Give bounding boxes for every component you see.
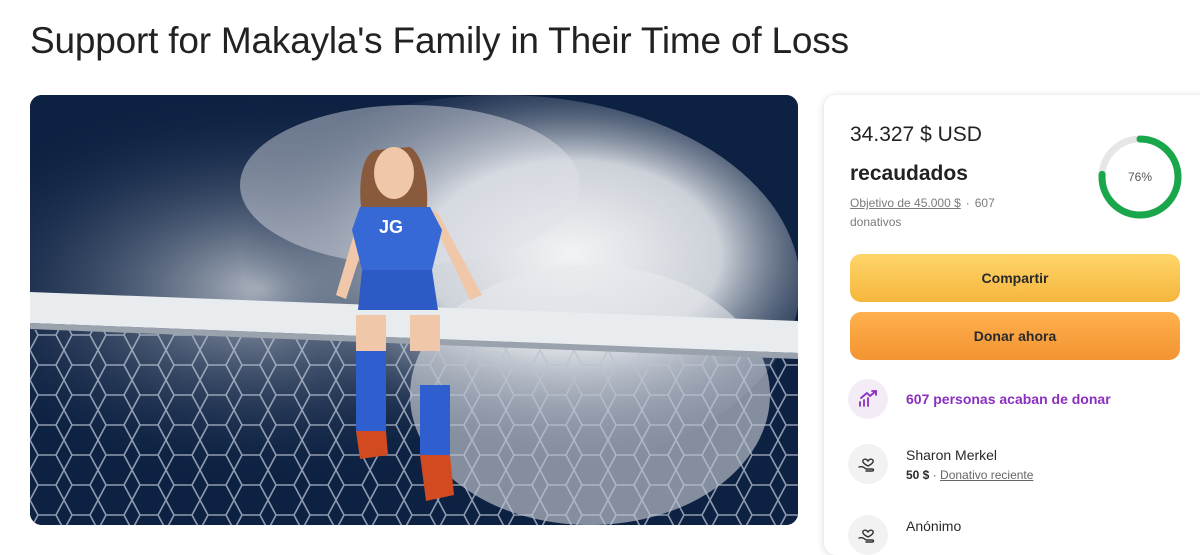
donations-count: 607 <box>974 196 995 210</box>
trending-up-icon <box>848 379 888 419</box>
amount-raised: 34.327 $ USD <box>850 123 982 146</box>
hands-heart-icon <box>848 444 888 484</box>
donor-name: Sharon Merkel <box>906 446 998 463</box>
share-button[interactable]: Compartir <box>850 254 1180 302</box>
donor-amount: 50 $ <box>906 467 930 482</box>
donate-now-button[interactable]: Donar ahora <box>850 312 1180 360</box>
donor-item: Sharon Merkel 50 $ · Donativo reciente <box>848 444 1188 484</box>
donation-card: 34.327 $ USD recaudados Objetivo de 45.0… <box>824 95 1200 555</box>
hands-heart-icon <box>848 515 888 555</box>
donor-separator: · <box>932 467 937 482</box>
donor-item: Anónimo <box>848 515 1188 555</box>
campaign-hero-image: JG <box>30 95 798 525</box>
donations-label: donativos <box>850 215 902 229</box>
recent-activity[interactable]: 607 personas acaban de donar <box>848 377 1188 421</box>
page-title: Support for Makayla's Family in Their Ti… <box>30 20 849 61</box>
goal-summary: Objetivo de 45.000 $ · 607 donativos <box>850 194 1050 232</box>
raised-label: recaudados <box>850 162 968 185</box>
goal-separator: · <box>965 196 970 210</box>
donor-name: Anónimo <box>906 518 962 534</box>
progress-ring: 76% <box>1096 133 1184 221</box>
progress-label: 76% <box>1128 170 1152 184</box>
jersey-number: JG <box>379 217 403 237</box>
goal-link[interactable]: Objetivo de 45.000 $ <box>850 196 961 210</box>
donor-tag-link[interactable]: Donativo reciente <box>940 468 1033 482</box>
recent-activity-text: 607 personas acaban de donar <box>906 391 1111 407</box>
